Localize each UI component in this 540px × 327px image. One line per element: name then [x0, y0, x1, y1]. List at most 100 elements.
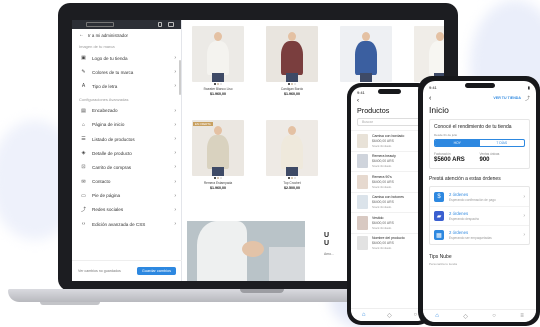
home-title: Inicio	[429, 105, 449, 115]
order-alert-desc: Esperando confirmación de pago	[449, 197, 496, 202]
menu-item-label: Página de inicio	[92, 122, 125, 128]
product-search-input[interactable]: Buscar	[357, 118, 422, 126]
product-info: Remera beauty $6400,00 ARS Stock ilimita…	[372, 154, 417, 168]
menu-item[interactable]: ✎ Colores de tu marca ›	[72, 65, 181, 79]
menu-item[interactable]: ✉ Contacto ›	[72, 175, 181, 189]
product-row-name: Camisa con botones	[372, 195, 404, 200]
color-swatches[interactable]	[266, 83, 318, 85]
tips-text: Personaliza tu tienda	[429, 262, 458, 266]
product-row[interactable]: Vestido $6400,00 ARS Stock ilimitado ›	[351, 212, 428, 233]
menu-item[interactable]: ◈ Detalle de producto ›	[72, 146, 181, 160]
model-head	[214, 32, 222, 41]
home-screen: 9:41 ▮ ‹ VER TU TIENDA ⤴ Inicio Conocé e…	[423, 81, 536, 322]
chevron-right-icon: ›	[523, 213, 525, 219]
chevron-right-icon: ›	[523, 193, 525, 200]
product-card[interactable]: Top Crochet $2.500,00	[266, 120, 318, 190]
back-arrow-icon[interactable]: ‹	[429, 95, 431, 102]
product-image	[192, 26, 244, 82]
product-card[interactable]: EN OFERTA Remera Estampada $1.960,00	[192, 120, 244, 190]
menu-item[interactable]: ☰ Listado de productos ›	[72, 132, 181, 146]
product-name: Sweater Blanco Liso	[203, 87, 233, 91]
model-legs	[212, 73, 224, 82]
billing-value: $5600 ARS	[434, 157, 465, 163]
billing-label: Facturación	[434, 152, 451, 156]
order-alert-row[interactable]: ▰ 2 órdenes Esperando despacho ›	[430, 206, 529, 225]
products-tab-icon[interactable]: ◇	[463, 313, 468, 320]
marketing-composite: ← Ir a mi administrador Imagen de tu mar…	[0, 0, 540, 327]
product-info: Remera 90's $6400,00 ARS Stock ilimitado	[372, 175, 417, 189]
product-row[interactable]: Camisa con botones $6400,00 ARS Stock il…	[351, 191, 428, 213]
menu-item[interactable]: ▭ Pie de página ›	[72, 189, 181, 203]
product-row-stock: Stock ilimitado	[372, 246, 392, 251]
product-price: $2.500,00	[284, 186, 300, 190]
unsaved-changes-link[interactable]: Ver cambios no guardados	[78, 269, 121, 273]
color-swatches[interactable]	[266, 177, 318, 179]
panel-scrollbar[interactable]	[179, 60, 181, 95]
segment-7days[interactable]: 7 DÍAS	[480, 140, 525, 146]
truck-icon: ▰	[434, 211, 444, 221]
chevron-right-icon: ›	[174, 136, 176, 143]
products-tab-icon[interactable]: ◇	[387, 312, 392, 319]
menu-item[interactable]: ⤴ Redes sociales ›	[72, 203, 181, 217]
product-image	[266, 26, 318, 82]
model-garment	[207, 41, 229, 75]
model-head	[288, 32, 296, 41]
menu-item[interactable]: ⌂ Página de inicio ›	[72, 118, 181, 132]
mobile-view-icon[interactable]	[158, 22, 162, 27]
footer-icon: ▭	[81, 192, 86, 199]
product-thumbnail	[357, 236, 368, 251]
save-changes-button[interactable]: Guardar cambios	[136, 267, 176, 275]
product-image	[340, 26, 392, 82]
menu-item[interactable]: ‹› Edición avanzada de CSS ›	[72, 217, 181, 231]
product-row-stock: Stock ilimitado	[372, 225, 392, 230]
menu-item[interactable]: ⊡ Carrito de compras ›	[72, 160, 181, 174]
chevron-right-icon: ›	[174, 121, 176, 128]
attention-title: Prestá atención a estas órdenes	[429, 176, 501, 182]
sales-metric: Ventas únicas 900	[480, 152, 526, 163]
product-name: Remera Estampada	[203, 181, 233, 185]
view-store-link[interactable]: VER TU TIENDA	[493, 96, 521, 100]
share-icon[interactable]: ⤴	[525, 95, 530, 102]
theme-editor-panel: ← Ir a mi administrador Imagen de tu mar…	[72, 20, 182, 281]
cash-icon: $	[434, 191, 444, 202]
segment-today[interactable]: HOY	[435, 140, 480, 146]
product-row-price: $6400,00 ARS	[372, 138, 394, 143]
menu-tab-icon[interactable]: ≡	[520, 313, 524, 319]
order-alert-row[interactable]: $ 2 órdenes Esperando confirmación de pa…	[430, 187, 529, 206]
product-row-price: $6400,00 ARS	[372, 179, 394, 184]
model-head	[288, 126, 296, 135]
product-row[interactable]: Nombre del producto $6400,00 ARS Stock i…	[351, 232, 428, 254]
product-row[interactable]: Remera 90's $6400,00 ARS Stock ilimitado…	[351, 171, 428, 192]
order-alert-text: 2 órdenes Esperando confirmación de pago	[449, 192, 518, 202]
menu-item[interactable]: ▣ Logo de tu tienda ›	[72, 51, 181, 65]
hero-box-shape	[269, 247, 305, 281]
model-garment	[207, 135, 229, 169]
home-tab-icon[interactable]: ⌂	[435, 313, 439, 319]
order-alert-title: 2 órdenes	[449, 191, 469, 197]
home-tab-icon[interactable]: ⌂	[362, 312, 366, 318]
billing-metric: Facturación $5600 ARS	[434, 152, 480, 163]
product-info: Camisa con bordado $6400,00 ARS Stock il…	[372, 134, 417, 148]
menu-item-label: Edición avanzada de CSS	[92, 221, 146, 227]
color-swatches[interactable]	[192, 83, 244, 85]
menu-item-label: Pie de página	[92, 193, 121, 199]
product-row-price: $6400,00 ARS	[372, 220, 394, 225]
desktop-view-icon[interactable]	[168, 22, 174, 27]
product-card[interactable]: Cardigan Bordo $1.960,00	[266, 26, 318, 96]
device-select[interactable]	[86, 22, 114, 27]
hero-subtitle: Amo...	[324, 252, 334, 256]
color-swatches[interactable]	[192, 177, 244, 179]
product-row-name: Remera 90's	[372, 174, 392, 179]
product-card[interactable]: Sweater Blanco Liso $1.960,00	[192, 26, 244, 96]
product-row[interactable]: Camisa con bordado $6400,00 ARS Stock il…	[351, 130, 428, 151]
orders-tab-icon[interactable]: ○	[492, 313, 496, 319]
back-arrow-icon[interactable]: ‹	[351, 98, 428, 106]
chevron-right-icon: ›	[174, 107, 176, 114]
back-to-admin-link[interactable]: ← Ir a mi administrador	[72, 29, 181, 41]
metrics-row: Facturación $5600 ARS Ventas únicas 900	[434, 152, 525, 163]
orders-tab-icon[interactable]: ○	[414, 312, 418, 318]
menu-item[interactable]: A Tipo de letra ›	[72, 79, 181, 93]
order-alert-row[interactable]: ▦ 2 órdenes Esperando ser empaquetadas ›	[430, 225, 529, 244]
menu-item[interactable]: ▤ Encabezado ›	[72, 104, 181, 118]
product-row[interactable]: Remera beauty $6400,00 ARS Stock ilimita…	[351, 150, 428, 172]
